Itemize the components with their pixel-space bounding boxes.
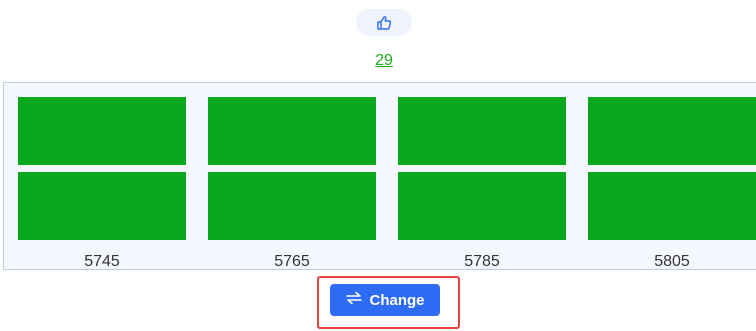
like-count-link[interactable]: 29 (0, 52, 756, 70)
channel-label: 5805 (654, 253, 690, 270)
channel-label: 5785 (464, 253, 500, 270)
change-button-label: Change (369, 291, 425, 309)
channel-tile-bottom[interactable] (588, 172, 756, 240)
channel-tile-top[interactable] (208, 97, 376, 165)
channel-tile-top[interactable] (398, 97, 566, 165)
channel-tile-bottom[interactable] (398, 172, 566, 240)
thumbs-up-icon (376, 15, 392, 31)
channel-label: 5765 (274, 253, 310, 270)
channel-label: 5745 (84, 253, 120, 270)
channel-tile-top[interactable] (588, 97, 756, 165)
like-button[interactable] (356, 9, 412, 36)
change-button[interactable]: Change (330, 284, 440, 316)
channel-tile-top[interactable] (18, 97, 186, 165)
channel-tile-bottom[interactable] (208, 172, 376, 240)
swap-arrows-icon (345, 291, 363, 309)
channel-tile-bottom[interactable] (18, 172, 186, 240)
